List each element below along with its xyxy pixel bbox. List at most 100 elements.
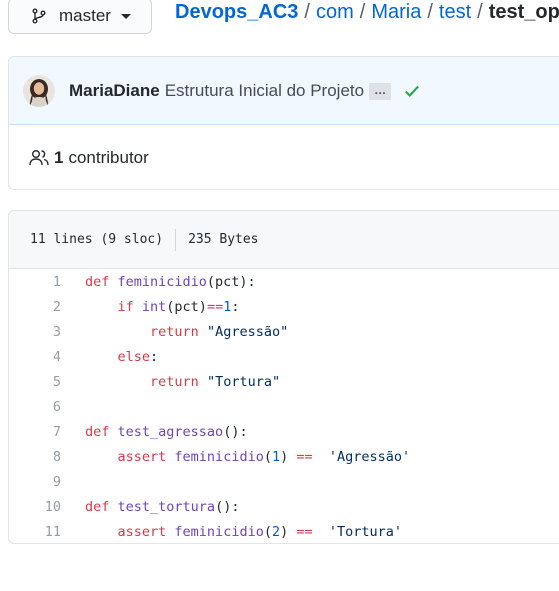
code-token: (pct): <box>206 273 256 290</box>
branch-select-button[interactable]: master <box>8 0 152 34</box>
code-token: (): <box>223 423 248 440</box>
code-text: else: <box>85 348 159 365</box>
code-token: return <box>150 323 207 340</box>
line-count: 11 lines (9 sloc) <box>30 232 164 247</box>
commit-author-link[interactable]: MariaDiane <box>69 81 160 101</box>
code-token: ( <box>263 523 272 540</box>
code-text: assert feminicidio(1) == 'Agressão' <box>85 448 411 465</box>
code-line: 10 def test_tortura(): <box>9 494 559 519</box>
code-token: : <box>231 298 240 315</box>
file-size: 235 Bytes <box>188 232 259 247</box>
line-number[interactable]: 3 <box>9 324 85 340</box>
code-token: 1 <box>271 448 281 465</box>
code-token: == <box>296 523 313 540</box>
code-token: 'Tortura' <box>328 523 403 540</box>
line-number[interactable]: 1 <box>9 274 85 290</box>
code-line: 5 return "Tortura" <box>9 369 559 394</box>
git-branch-icon <box>32 8 46 24</box>
code-line: 2 if int(pct)==1: <box>9 294 559 319</box>
code-block: 1 def feminicidio(pct): 2 if int(pct)==1: 3… <box>9 269 559 543</box>
commit-header: MariaDiane Estrutura Inicial do Projeto … <box>9 57 559 125</box>
code-token: if <box>117 298 142 315</box>
breadcrumb-separator: / <box>477 1 483 23</box>
code-line: 11 assert feminicidio(2) == 'Tortura' <box>9 519 559 543</box>
code-token: assert <box>117 448 175 465</box>
contributor-count: 1 <box>54 148 64 167</box>
breadcrumb-link-maria[interactable]: Maria <box>371 1 421 23</box>
code-token: test_tortura <box>117 498 216 515</box>
code-token: def <box>85 498 118 515</box>
code-line: 3 return "Agressão" <box>9 319 559 344</box>
line-number[interactable]: 6 <box>9 399 85 415</box>
branch-label: master <box>59 6 111 25</box>
file-info-bar: 11 lines (9 sloc) 235 Bytes <box>9 211 559 269</box>
line-number[interactable]: 8 <box>9 449 85 465</box>
line-number[interactable]: 10 <box>9 499 85 515</box>
caret-down-icon <box>120 13 131 19</box>
code-text: if int(pct)==1: <box>85 298 240 315</box>
line-number[interactable]: 5 <box>9 374 85 390</box>
people-icon <box>29 150 49 166</box>
code-line: 4 else: <box>9 344 559 369</box>
line-number[interactable]: 11 <box>9 524 85 540</box>
breadcrumb-separator: / <box>304 1 310 23</box>
code-line: 6 <box>9 394 559 419</box>
breadcrumb-separator: / <box>359 1 366 23</box>
code-token: (): <box>215 498 240 515</box>
breadcrumb-link-com[interactable]: com <box>316 1 354 23</box>
code-line: 7 def test_agressao(): <box>9 419 559 444</box>
code-token: ) <box>280 448 297 465</box>
code-token: return <box>150 373 207 390</box>
breadcrumb-file-name: test_ope <box>488 1 559 23</box>
expand-commit-message-button[interactable]: … <box>369 83 392 100</box>
file-info-divider <box>175 228 177 251</box>
code-token: feminicidio <box>117 273 207 290</box>
code-token: == <box>206 298 224 315</box>
contributors-row[interactable]: 1 contributor <box>9 125 559 189</box>
code-token: (pct) <box>166 298 207 315</box>
line-number[interactable]: 9 <box>9 474 85 490</box>
code-token: ) <box>280 523 297 540</box>
code-line: 1 def feminicidio(pct): <box>9 269 559 294</box>
code-token: "Agressão" <box>206 323 289 340</box>
code-token: 'Agressão' <box>328 448 411 465</box>
latest-commit-box: MariaDiane Estrutura Inicial do Projeto … <box>8 56 559 190</box>
contributor-label: contributor <box>68 148 149 167</box>
file-viewer: 11 lines (9 sloc) 235 Bytes 1 def feminic… <box>8 210 559 544</box>
commit-message-link[interactable]: Estrutura Inicial do Projeto <box>165 81 364 101</box>
code-token: test_agressao <box>117 423 224 440</box>
code-token: feminicidio <box>174 523 264 540</box>
breadcrumb: Devops_AC3/com/Maria/test/test_ope <box>175 1 559 24</box>
code-token: else <box>117 348 151 365</box>
code-text: def test_agressao(): <box>85 424 248 440</box>
code-token: == <box>296 448 313 465</box>
code-token: def <box>85 423 118 440</box>
code-text: def test_tortura(): <box>85 499 239 515</box>
code-token: feminicidio <box>174 448 264 465</box>
line-number[interactable]: 2 <box>9 299 85 315</box>
code-text: return "Tortura" <box>85 374 280 390</box>
code-token: int <box>141 298 167 315</box>
code-text: def feminicidio(pct): <box>85 274 256 290</box>
code-token: def <box>85 273 118 290</box>
line-number[interactable]: 4 <box>9 349 85 365</box>
code-line: 8 assert feminicidio(1) == 'Agressão' <box>9 444 559 469</box>
code-line: 9 <box>9 469 559 494</box>
code-text: return "Agressão" <box>85 324 288 340</box>
breadcrumb-link-test[interactable]: test <box>439 1 471 23</box>
line-number[interactable]: 7 <box>9 424 85 440</box>
check-icon[interactable] <box>403 82 421 100</box>
code-token: "Tortura" <box>206 373 281 390</box>
avatar[interactable] <box>23 74 55 107</box>
code-token: 2 <box>271 523 281 540</box>
code-token: : <box>150 348 159 365</box>
breadcrumb-repo-link[interactable]: Devops_AC3 <box>175 1 298 23</box>
code-text: assert feminicidio(2) == 'Tortura' <box>85 523 403 540</box>
